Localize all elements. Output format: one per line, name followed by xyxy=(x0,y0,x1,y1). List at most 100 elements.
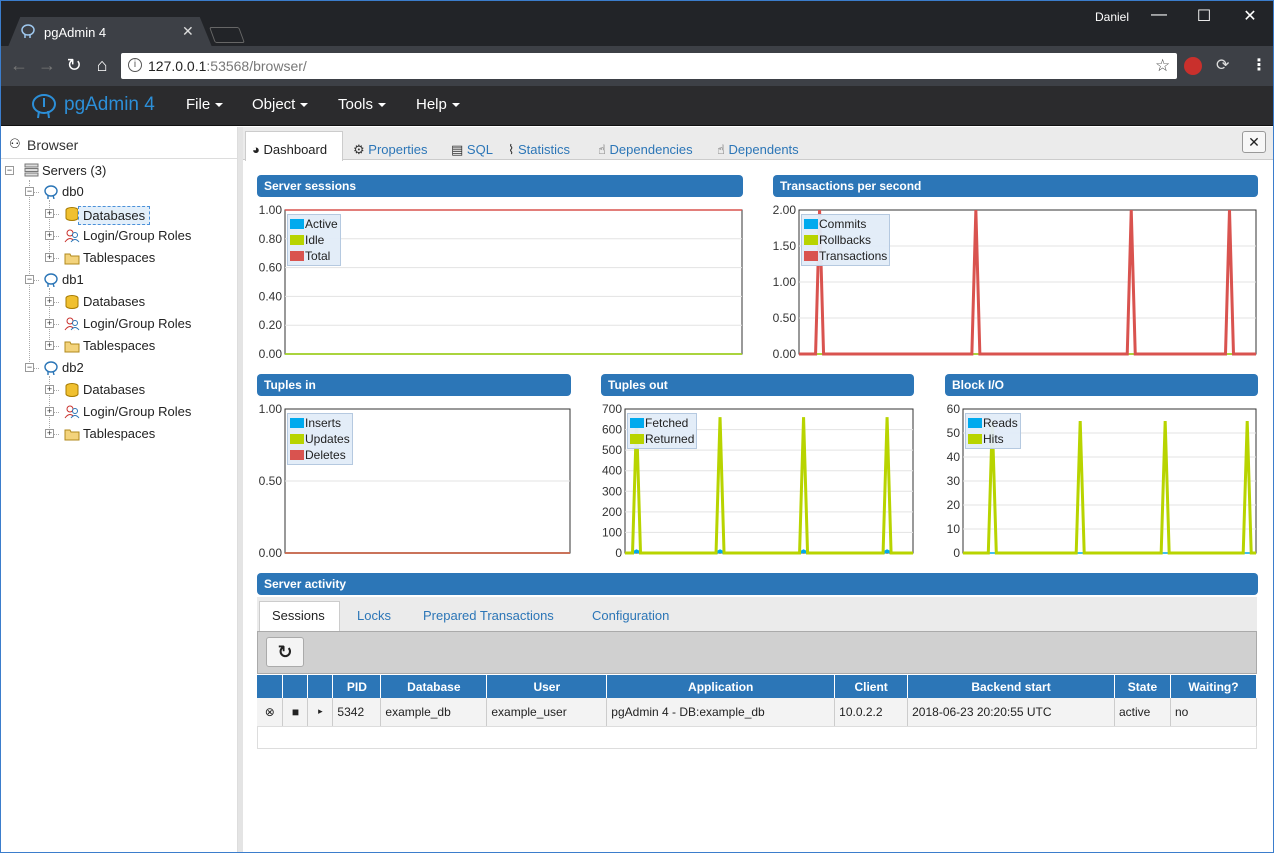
extension-icon[interactable] xyxy=(1184,57,1202,75)
panel-tuples-out: Tuples out xyxy=(601,374,914,396)
maximize-icon[interactable]: ☐ xyxy=(1189,6,1219,26)
activity-tab-prepared[interactable]: Prepared Transactions xyxy=(423,608,554,623)
tree-server-db2[interactable]: db2 xyxy=(62,360,84,375)
server-elephant-icon xyxy=(44,361,58,375)
activity-tab-locks[interactable]: Locks xyxy=(357,608,391,623)
legend-swatch xyxy=(804,235,818,245)
reload-icon[interactable]: ↻ xyxy=(63,55,85,76)
tab-properties[interactable]: ⚙ Properties xyxy=(353,142,428,158)
y-tick-label: 0.00 xyxy=(259,546,283,560)
terminate-session-icon[interactable]: ■ xyxy=(282,698,309,727)
y-tick-label: 1.00 xyxy=(259,203,283,217)
menu-tools[interactable]: Tools xyxy=(338,96,387,113)
minimize-icon[interactable]: — xyxy=(1144,6,1174,24)
legend-label: Total xyxy=(305,249,331,263)
tree-db0-tablespaces[interactable]: Tablespaces xyxy=(83,250,155,265)
col-header xyxy=(282,675,309,698)
expand-node-icon[interactable]: + xyxy=(45,429,54,438)
sync-icon[interactable]: ⟳ xyxy=(1216,55,1229,75)
tree-db1-databases[interactable]: Databases xyxy=(83,294,145,309)
expand-node-icon[interactable]: + xyxy=(45,319,54,328)
tree-db2-login-roles[interactable]: Login/Group Roles xyxy=(83,404,191,419)
home-icon[interactable]: ⌂ xyxy=(91,55,113,76)
legend-swatch xyxy=(290,235,304,245)
collapse-server-icon[interactable]: − xyxy=(25,275,34,284)
binoculars-icon: ⚇ xyxy=(9,136,21,151)
col-header-waiting[interactable]: Waiting? xyxy=(1170,675,1258,698)
browser-menu-icon[interactable]: ⋮ xyxy=(1251,55,1267,75)
tree-db0-databases[interactable]: Databases xyxy=(78,206,151,225)
y-tick-label: 600 xyxy=(602,423,622,437)
tree-db1-tablespaces[interactable]: Tablespaces xyxy=(83,338,155,353)
cell-database: example_db xyxy=(380,698,488,727)
close-panel-icon[interactable]: ✕ xyxy=(1242,131,1266,153)
y-tick-label: 100 xyxy=(602,525,622,539)
tab-sql[interactable]: ▤ SQL xyxy=(451,142,493,158)
collapse-servers-icon[interactable]: − xyxy=(5,166,14,175)
col-header-user[interactable]: User xyxy=(486,675,608,698)
tree-servers[interactable]: Servers (3) xyxy=(42,163,106,178)
panel-tuples-in: Tuples in xyxy=(257,374,571,396)
tree-db1-login-roles[interactable]: Login/Group Roles xyxy=(83,316,191,331)
tab-sql-label: SQL xyxy=(466,142,493,157)
activity-tab-sessions[interactable]: Sessions xyxy=(272,608,325,623)
profile-name[interactable]: Daniel xyxy=(1095,10,1129,24)
tree-server-db1[interactable]: db1 xyxy=(62,272,84,287)
legend-swatch xyxy=(804,219,818,229)
tab-statistics[interactable]: ⌇ Statistics xyxy=(508,142,570,158)
col-header-pid[interactable]: PID xyxy=(332,675,382,698)
tab-dashboard[interactable]: ◕ Dashboard xyxy=(252,142,327,157)
tab-dependencies[interactable]: ☝ Dependencies xyxy=(598,142,693,158)
expand-node-icon[interactable]: + xyxy=(45,209,54,218)
cancel-query-icon[interactable]: ⊗ xyxy=(257,698,284,727)
info-icon[interactable]: i xyxy=(128,58,142,72)
col-header-state[interactable]: State xyxy=(1114,675,1171,698)
menu-help-label: Help xyxy=(416,96,447,113)
menu-help[interactable]: Help xyxy=(416,96,460,113)
tab-close-icon[interactable]: ✕ xyxy=(182,23,194,40)
new-tab-button[interactable] xyxy=(209,27,245,43)
tab-dependents[interactable]: ☝ Dependents xyxy=(717,142,799,158)
tree-server-db0[interactable]: db0 xyxy=(62,184,84,199)
tab-properties-label: Properties xyxy=(368,142,428,157)
expand-node-icon[interactable]: + xyxy=(45,341,54,350)
activity-tab-configuration[interactable]: Configuration xyxy=(592,608,669,623)
app-brand[interactable]: pgAdmin 4 xyxy=(64,94,155,116)
y-tick-label: 40 xyxy=(947,450,961,464)
caret-down-icon xyxy=(451,103,460,108)
col-header-backend-start[interactable]: Backend start xyxy=(907,675,1115,698)
col-header-client[interactable]: Client xyxy=(834,675,909,698)
forward-arrow-icon[interactable]: → xyxy=(36,55,58,76)
legend-swatch xyxy=(290,219,304,229)
legend-label: Hits xyxy=(983,432,1004,446)
legend-swatch xyxy=(290,251,304,261)
y-tick-label: 0.80 xyxy=(259,232,283,246)
col-header-application[interactable]: Application xyxy=(606,675,836,698)
tree-db2-tablespaces[interactable]: Tablespaces xyxy=(83,426,155,441)
col-header-database[interactable]: Database xyxy=(380,675,488,698)
collapse-server-icon[interactable]: − xyxy=(25,363,34,372)
legend-item: Reads xyxy=(968,415,1018,431)
hand-icon: ☝ xyxy=(598,142,606,157)
window-close-icon[interactable]: ✕ xyxy=(1235,6,1265,26)
expand-node-icon[interactable]: + xyxy=(45,407,54,416)
expand-row-icon[interactable]: ▸ xyxy=(307,698,334,727)
tree-db2-databases[interactable]: Databases xyxy=(83,382,145,397)
expand-node-icon[interactable]: + xyxy=(45,385,54,394)
legend-swatch xyxy=(290,418,304,428)
tree-db0-login-roles[interactable]: Login/Group Roles xyxy=(83,228,191,243)
y-tick-label: 1.50 xyxy=(773,239,796,253)
refresh-button[interactable]: ↻ xyxy=(266,637,304,667)
plot-area xyxy=(284,209,743,355)
expand-node-icon[interactable]: + xyxy=(45,297,54,306)
menu-object[interactable]: Object xyxy=(252,96,309,113)
expand-node-icon[interactable]: + xyxy=(45,231,54,240)
cell-state: active xyxy=(1114,698,1171,727)
cell-client: 10.0.2.2 xyxy=(834,698,909,727)
menu-file[interactable]: File xyxy=(186,96,224,113)
collapse-server-icon[interactable]: − xyxy=(25,187,34,196)
database-icon xyxy=(65,295,79,309)
bookmark-star-icon[interactable]: ☆ xyxy=(1155,56,1170,76)
expand-node-icon[interactable]: + xyxy=(45,253,54,262)
back-arrow-icon[interactable]: ← xyxy=(8,55,30,76)
